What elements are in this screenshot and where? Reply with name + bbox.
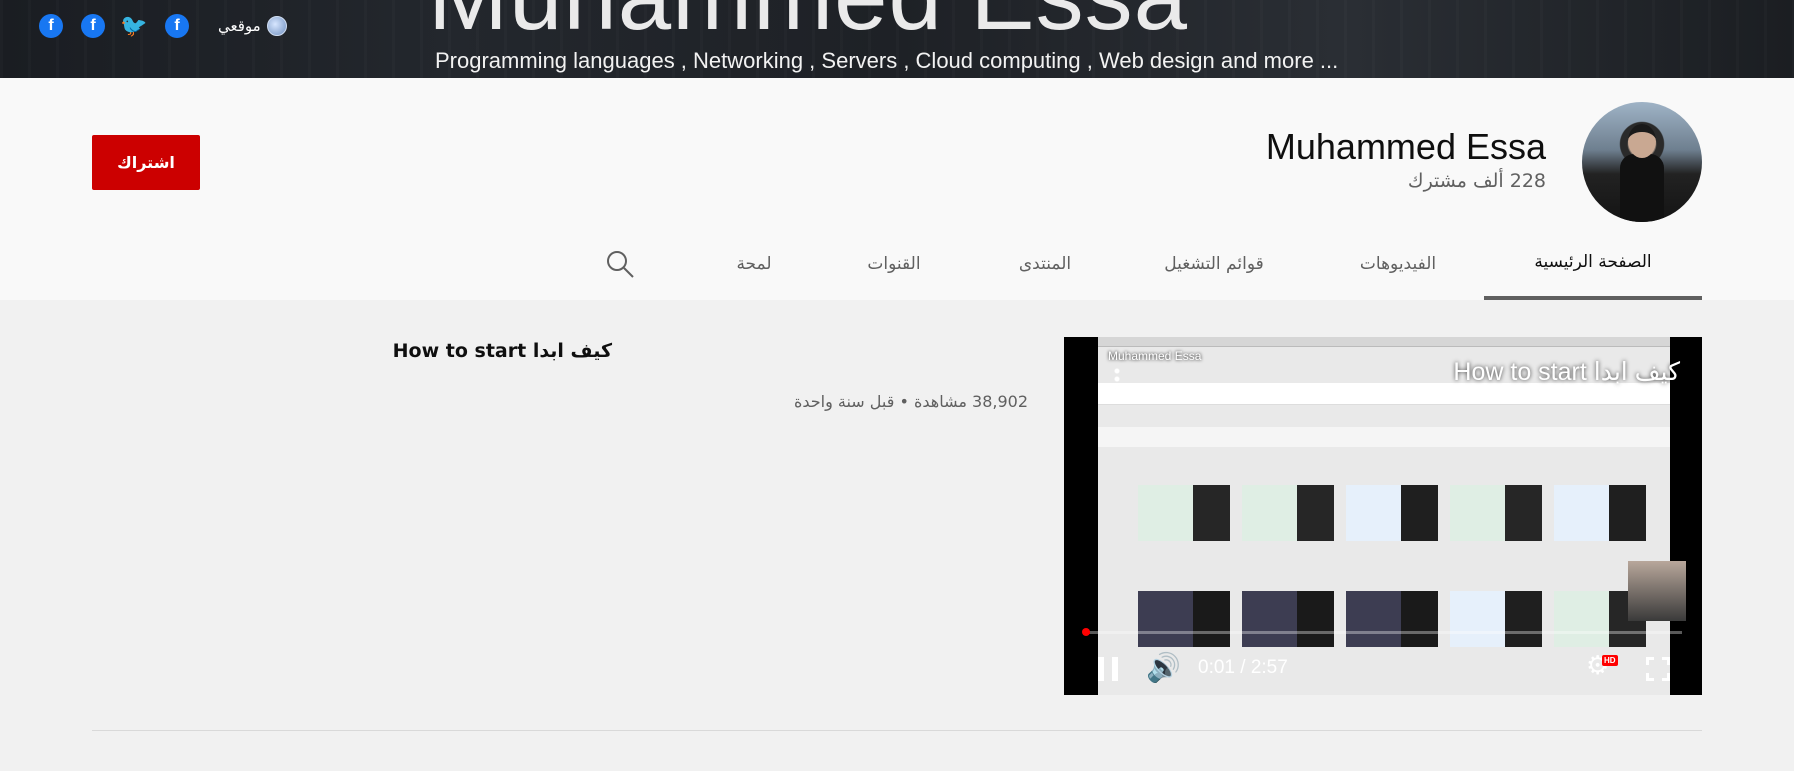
channel-name: Muhammed Essa [1265,126,1546,167]
facebook-icon[interactable]: f [81,14,105,38]
video-frame-thumb [1554,485,1646,541]
video-frame-grid-row [1138,485,1658,541]
subscribe-button[interactable]: اشتراك [92,135,200,190]
player-title[interactable]: How to start كيف ابدا [1453,357,1680,387]
facebook-glyph: f [174,17,180,34]
globe-icon [266,16,287,36]
subscriber-count: 228 ألف مشترك [1407,170,1546,192]
tab-channels[interactable]: القنوات [854,228,934,300]
video-frame-nav [1098,427,1670,447]
channel-avatar[interactable] [1582,102,1702,222]
video-frame-thumb [1346,485,1438,541]
featured-video-title[interactable]: How to start كيف ابدا [393,340,612,362]
webcam-overlay [1628,561,1686,621]
facebook-glyph: f [48,17,54,34]
video-frame-thumb [1138,591,1230,647]
video-frame-thumb [1138,485,1230,541]
fullscreen-icon[interactable] [1646,657,1670,681]
banner-subtitle: Programming languages , Networking , Ser… [435,48,1339,73]
banner-title: Muhammed Essa [428,0,1188,52]
tab-community[interactable]: المنتدى [1000,228,1090,300]
video-frame [1098,337,1670,695]
facebook-glyph: f [90,17,96,34]
channel-tabs: الصفحة الرئيسية الفيديوهات قوائم التشغيل… [0,228,1794,300]
video-frame-thumb [1242,485,1334,541]
featured-video-meta: 38,902 مشاهدة • قبل سنة واحدة [793,392,1028,411]
channel-header: اشتراك Muhammed Essa 228 ألف مشترك الصفح… [0,78,1794,300]
scrubber-handle[interactable] [1082,628,1090,636]
website-link[interactable]: موقعي [218,16,287,36]
facebook-icon[interactable]: f [39,14,63,38]
player-channel-label[interactable]: Muhammed Essa [1108,349,1201,363]
facebook-icon[interactable]: f [165,14,189,38]
website-link-label: موقعي [218,17,261,35]
tab-videos[interactable]: الفيديوهات [1340,228,1456,300]
video-frame-thumb [1450,485,1542,541]
avatar-face [1628,124,1656,158]
tab-home[interactable]: الصفحة الرئيسية [1484,228,1702,300]
volume-icon[interactable]: 🔊 [1146,653,1181,683]
featured-video-player[interactable]: Muhammed Essa How to start كيف ابدا 🔊 0:… [1064,337,1702,695]
channel-banner: Muhammed Essa Programming languages , Ne… [0,0,1794,78]
search-icon[interactable] [604,248,636,280]
time-display: 0:01 / 2:57 [1198,657,1288,678]
hd-badge: HD [1602,655,1618,666]
pause-icon[interactable] [1098,657,1118,681]
more-vert-icon[interactable] [1114,367,1120,391]
twitter-glyph: 🐦 [120,13,148,38]
section-divider [92,730,1702,731]
video-frame-thumb [1346,591,1438,647]
tab-playlists[interactable]: قوائم التشغيل [1148,228,1280,300]
video-frame-grid-row [1138,591,1658,647]
avatar-figure [1620,154,1664,222]
progress-bar[interactable] [1084,631,1682,634]
video-frame-thumb [1450,591,1542,647]
video-frame-thumb [1242,591,1334,647]
video-frame-menubar [1098,337,1670,347]
twitter-icon[interactable]: 🐦 [120,13,148,38]
tab-about[interactable]: لمحة [726,228,782,300]
